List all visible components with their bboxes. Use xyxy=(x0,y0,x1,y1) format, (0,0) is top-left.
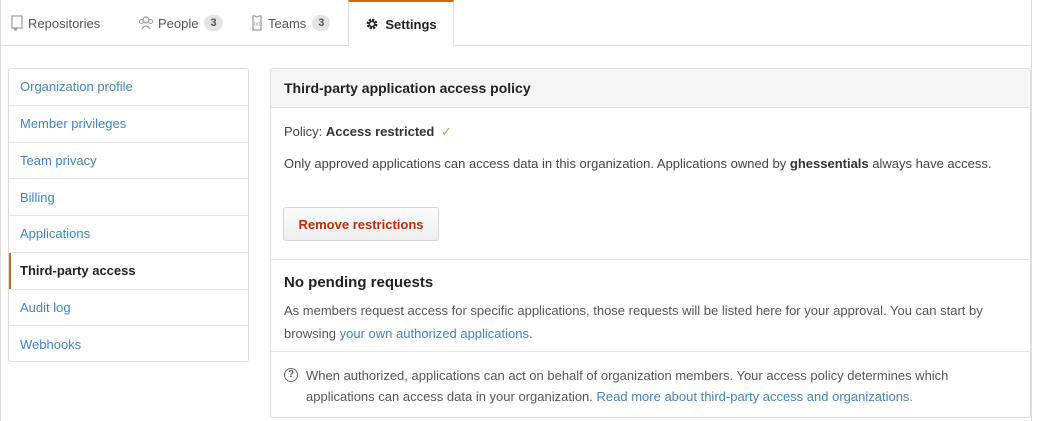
authorized-applications-link[interactable]: your own authorized applications xyxy=(340,326,529,341)
teams-count-badge: 3 xyxy=(312,15,331,31)
tab-label: People xyxy=(158,15,199,31)
tab-label: Repositories xyxy=(28,15,101,31)
policy-value: Access restricted xyxy=(325,124,435,139)
remove-restrictions-button[interactable]: Remove restrictions xyxy=(283,207,439,241)
panel-title: Third-party application access policy xyxy=(271,69,1030,108)
sidebar-item-third-party-access[interactable]: Third-party access xyxy=(9,252,248,290)
page-left-border xyxy=(0,0,1,421)
pending-text-end: . xyxy=(529,326,533,341)
tab-repositories[interactable]: Repositories xyxy=(10,0,100,46)
jersey-icon: 00 xyxy=(250,15,264,31)
tab-settings[interactable]: Settings xyxy=(348,0,454,47)
sidebar-item-applications[interactable]: Applications xyxy=(9,216,248,253)
pending-requests-description: As members request access for specific a… xyxy=(284,299,1019,345)
people-count-badge: 3 xyxy=(204,15,223,31)
sidebar-item-audit-log[interactable]: Audit log xyxy=(9,290,248,327)
sidebar-item-member-privileges[interactable]: Member privileges xyxy=(9,106,248,143)
org-tab-bar: Repositories People 3 00 Teams 3 Setting… xyxy=(0,0,1032,47)
pending-requests-title: No pending requests xyxy=(284,274,434,291)
tab-people[interactable]: People 3 xyxy=(138,0,223,46)
sidebar-item-webhooks[interactable]: Webhooks xyxy=(9,326,248,361)
sidebar-item-billing[interactable]: Billing xyxy=(9,179,248,216)
sidebar-item-team-privacy[interactable]: Team privacy xyxy=(9,143,248,180)
question-icon: ? xyxy=(284,368,298,382)
policy-prefix: Policy: xyxy=(284,124,323,139)
check-icon: ✓ xyxy=(440,124,452,139)
description-text-end: always have access. xyxy=(872,156,992,171)
organization-name: ghessentials xyxy=(789,156,869,171)
repo-icon xyxy=(10,15,24,31)
read-more-link[interactable]: Read more about third-party access and o… xyxy=(597,389,914,404)
settings-sidebar: Organization profile Member privileges T… xyxy=(8,68,249,362)
svg-text:00: 00 xyxy=(254,22,260,28)
policy-status: Policy: Access restricted ✓ xyxy=(284,124,452,140)
gear-icon xyxy=(365,17,379,31)
policy-description: Only approved applications can access da… xyxy=(284,153,1014,175)
description-text: Only approved applications can access da… xyxy=(284,156,787,171)
tab-label: Teams xyxy=(268,15,307,31)
tab-teams[interactable]: 00 Teams 3 xyxy=(250,0,331,46)
help-note: ? When authorized, applications can act … xyxy=(284,365,1019,407)
organization-icon xyxy=(138,15,154,31)
page-right-border xyxy=(1031,0,1032,421)
tab-label: Settings xyxy=(385,16,437,32)
divider xyxy=(271,351,1030,352)
access-policy-panel: Third-party application access policy Po… xyxy=(270,68,1031,418)
divider xyxy=(271,259,1030,260)
sidebar-item-organization-profile[interactable]: Organization profile xyxy=(9,69,248,106)
